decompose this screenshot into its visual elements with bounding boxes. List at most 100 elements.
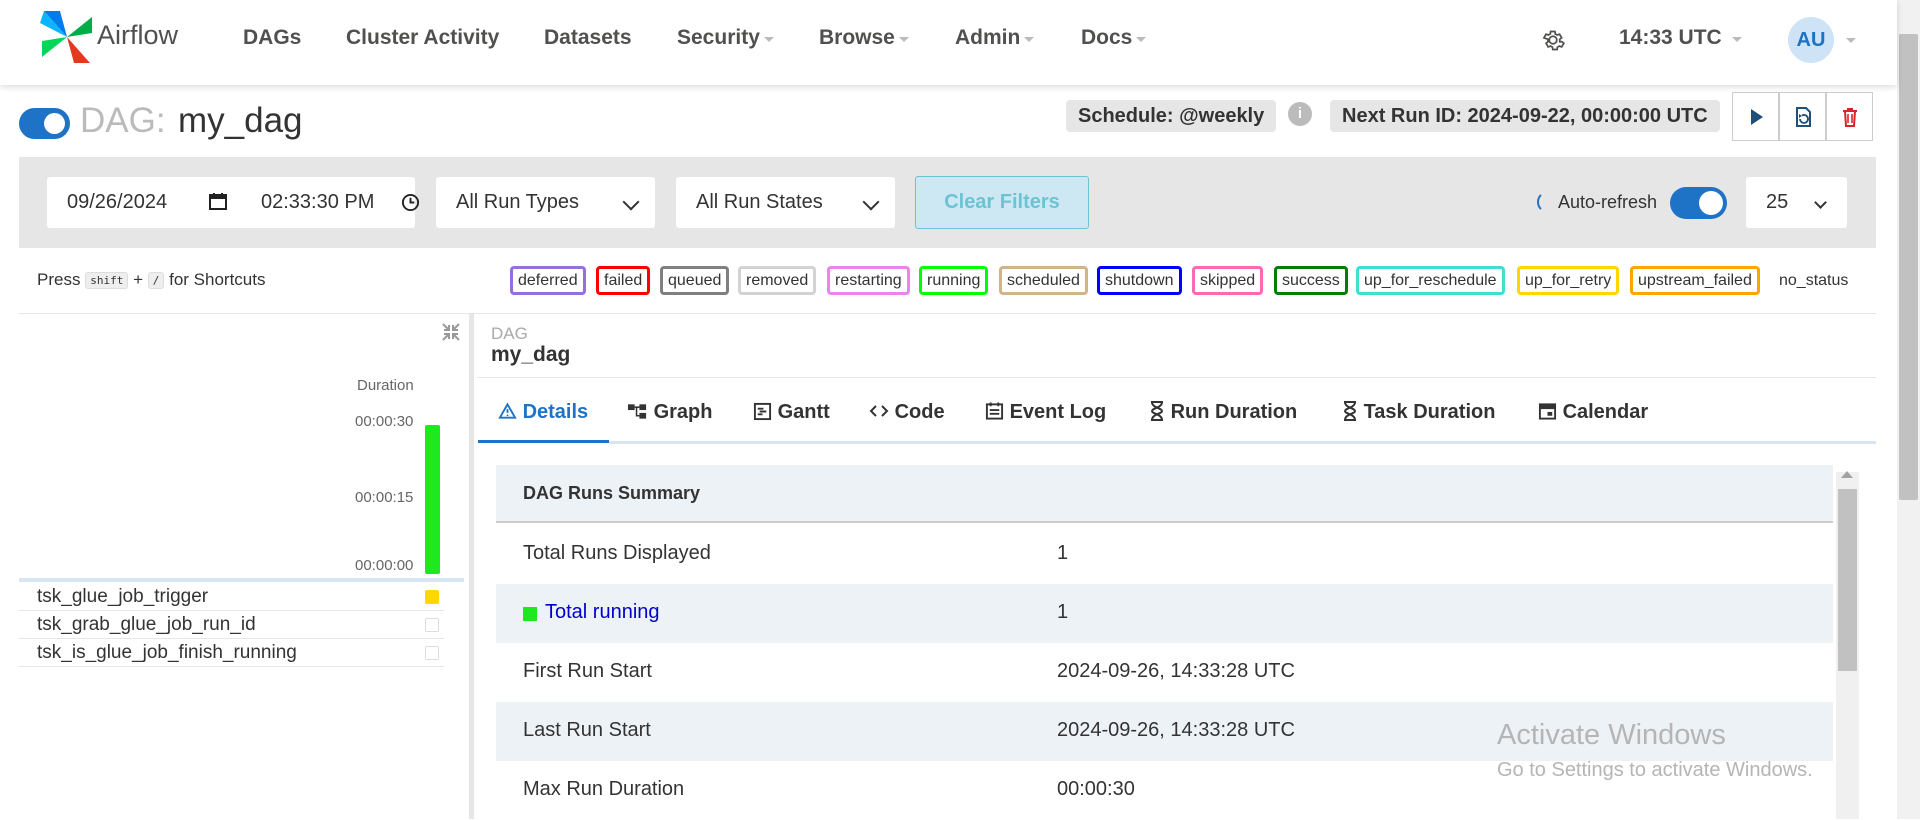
page-size-value: 25 xyxy=(1766,191,1789,213)
task-row[interactable]: tsk_glue_job_trigger xyxy=(19,583,444,611)
row-key: Max Run Duration xyxy=(523,778,685,800)
chevron-down-icon xyxy=(1136,37,1147,43)
nav-browse-label: Browse xyxy=(819,26,895,49)
collapse-icon[interactable] xyxy=(440,321,462,343)
reparse-dag-button[interactable] xyxy=(1779,92,1826,141)
time-value: 02:33:30 PM xyxy=(261,191,375,213)
duration-tick: 00:00:00 xyxy=(355,557,414,574)
legend-scheduled[interactable]: scheduled xyxy=(999,266,1088,295)
table-row: Total Runs Displayed 1 xyxy=(496,525,1833,584)
calendar-icon[interactable] xyxy=(208,191,228,211)
tab-event-log[interactable]: Event Log xyxy=(985,401,1106,424)
legend-deferred[interactable]: deferred xyxy=(510,266,586,295)
legend-removed[interactable]: removed xyxy=(738,266,817,295)
nav-security-label: Security xyxy=(677,26,760,49)
task-row[interactable]: tsk_is_glue_job_finish_running xyxy=(19,639,444,667)
brand-name[interactable]: Airflow xyxy=(97,20,178,51)
tab-label: Task Duration xyxy=(1363,401,1496,423)
tab-label: Code xyxy=(894,401,945,423)
row-key: First Run Start xyxy=(523,660,652,682)
row-value: 2024-09-26, 14:33:28 UTC xyxy=(1057,660,1295,682)
tab-calendar[interactable]: Calendar xyxy=(1538,401,1648,424)
loading-spinner-icon xyxy=(1537,191,1559,213)
tab-details[interactable]: Details xyxy=(498,401,588,424)
nav-dags[interactable]: DAGs xyxy=(243,26,301,50)
nav-docs[interactable]: Docs xyxy=(1081,26,1147,50)
tab-label: Gantt xyxy=(777,401,830,423)
delete-dag-button[interactable] xyxy=(1826,92,1873,141)
breadcrumb-label: DAG xyxy=(491,324,528,343)
run-type-select[interactable]: All Run Types xyxy=(436,177,655,228)
dag-prefix: DAG: xyxy=(80,101,166,140)
legend-restarting[interactable]: restarting xyxy=(827,266,910,295)
chevron-down-icon[interactable] xyxy=(1846,38,1856,43)
task-instance-cell[interactable] xyxy=(425,618,439,632)
divider xyxy=(477,377,1876,378)
airflow-logo-icon[interactable] xyxy=(38,9,96,65)
chevron-down-icon xyxy=(898,37,909,43)
tab-code[interactable]: Code xyxy=(869,401,945,424)
trigger-dag-button[interactable] xyxy=(1732,92,1779,141)
auto-refresh-toggle[interactable] xyxy=(1670,187,1727,219)
legend-no-status[interactable]: no_status xyxy=(1771,266,1856,295)
gear-icon[interactable] xyxy=(1540,27,1566,53)
dag-pause-toggle[interactable] xyxy=(19,108,70,139)
page-title: my_dag xyxy=(178,101,303,140)
legend-running[interactable]: running xyxy=(919,266,989,295)
row-key: Total Runs Displayed xyxy=(523,542,711,564)
page-scrollbar-thumb[interactable] xyxy=(1899,34,1918,500)
breadcrumb-dag[interactable]: my_dag xyxy=(491,343,570,367)
filter-bar: 09/26/2024 02:33:30 PM All Run Types All… xyxy=(19,157,1876,248)
dag-run-duration-bar[interactable] xyxy=(425,425,440,574)
legend-up-for-reschedule[interactable]: up_for_reschedule xyxy=(1356,266,1505,295)
gantt-icon xyxy=(753,402,772,421)
avatar[interactable]: AU xyxy=(1788,17,1834,63)
nav-admin[interactable]: Admin xyxy=(955,26,1035,50)
hourglass-icon xyxy=(1343,401,1357,421)
page-size-select[interactable]: 25 xyxy=(1746,177,1847,228)
tab-label: Details xyxy=(522,401,589,423)
auto-refresh-label: Auto-refresh xyxy=(1558,192,1658,212)
shift-key: shift xyxy=(85,272,129,290)
nav-security[interactable]: Security xyxy=(677,26,774,50)
tab-task-duration[interactable]: Task Duration xyxy=(1342,401,1495,424)
clock-icon[interactable] xyxy=(401,193,420,212)
duration-axis-label: Duration xyxy=(357,377,414,394)
legend-upstream-failed[interactable]: upstream_failed xyxy=(1630,266,1760,295)
nav-datasets[interactable]: Datasets xyxy=(544,26,632,50)
panel-scrollbar-thumb[interactable] xyxy=(1838,489,1857,671)
panel-resize-handle[interactable] xyxy=(469,314,474,819)
task-row[interactable]: tsk_grab_glue_job_run_id xyxy=(19,611,444,639)
legend-queued[interactable]: queued xyxy=(660,266,730,295)
run-state-select[interactable]: All Run States xyxy=(676,177,895,228)
legend-up-for-retry[interactable]: up_for_retry xyxy=(1517,266,1620,295)
legend-skipped[interactable]: skipped xyxy=(1192,266,1264,295)
scroll-up-arrow-icon[interactable] xyxy=(1841,471,1853,478)
clear-filters-button[interactable]: Clear Filters xyxy=(915,176,1089,229)
run-type-value: All Run Types xyxy=(456,191,580,213)
running-status-square xyxy=(523,607,537,621)
nav-cluster-activity[interactable]: Cluster Activity xyxy=(346,26,499,50)
tab-label: Event Log xyxy=(1009,401,1107,423)
next-run-badge: Next Run ID: 2024-09-22, 00:00:00 UTC xyxy=(1330,100,1720,132)
tab-gantt[interactable]: Gantt xyxy=(753,401,830,424)
date-time-input[interactable]: 09/26/2024 02:33:30 PM xyxy=(47,177,420,228)
legend-failed[interactable]: failed xyxy=(596,266,651,295)
table-row: Total running 1 xyxy=(496,584,1833,643)
nav-browse[interactable]: Browse xyxy=(819,26,909,50)
legend-shutdown[interactable]: shutdown xyxy=(1097,266,1182,295)
tab-run-duration[interactable]: Run Duration xyxy=(1149,401,1297,424)
chevron-down-icon xyxy=(1814,196,1827,209)
info-icon[interactable]: i xyxy=(1288,102,1312,126)
task-name: tsk_grab_glue_job_run_id xyxy=(37,614,256,635)
tab-graph[interactable]: Graph xyxy=(627,401,712,424)
task-instance-cell[interactable] xyxy=(425,646,439,660)
clock-dropdown[interactable]: 14:33 UTC xyxy=(1619,26,1742,50)
legend-success[interactable]: success xyxy=(1274,266,1348,295)
warning-icon xyxy=(498,402,517,419)
refresh-file-icon xyxy=(1796,107,1811,127)
row-key-link[interactable]: Total running xyxy=(545,601,660,624)
shortcuts-suffix: for Shortcuts xyxy=(169,270,266,289)
task-instance-cell[interactable] xyxy=(425,590,439,604)
run-state-value: All Run States xyxy=(696,191,823,213)
